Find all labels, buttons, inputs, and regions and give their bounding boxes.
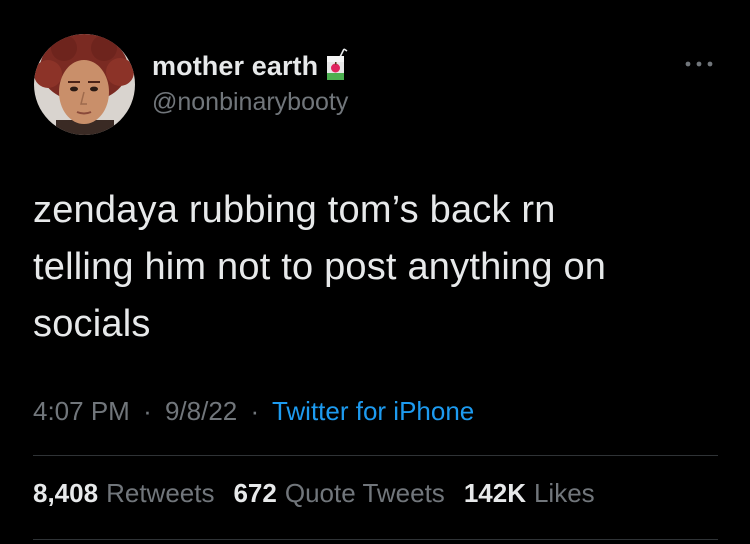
tweet-stats: 8,408 Retweets 672 Quote Tweets 142K Likes: [33, 478, 614, 509]
tweet-text-line: zendaya rubbing tom’s back rn: [33, 189, 556, 231]
author-row: mother earth: [152, 48, 348, 82]
avatar[interactable]: [34, 34, 135, 135]
retweets-label: Retweets: [106, 478, 215, 508]
display-name[interactable]: mother earth: [152, 51, 318, 82]
quote-tweets-count: 672: [233, 478, 277, 508]
tweet-source-link[interactable]: Twitter for iPhone: [272, 396, 474, 426]
meta-separator: ·: [143, 396, 152, 426]
juice-box-icon: [324, 48, 348, 82]
author-handle[interactable]: @nonbinarybooty: [152, 88, 348, 117]
tweet-date[interactable]: 9/8/22: [165, 396, 237, 426]
tweet-meta: 4:07 PM · 9/8/22 · Twitter for iPhone: [33, 396, 474, 427]
meta-separator: ·: [250, 396, 260, 426]
likes-label: Likes: [533, 478, 595, 508]
tweet-card: mother earth @nonbinarybooty zendaya rub…: [0, 0, 750, 544]
likes-count: 142K: [463, 478, 526, 508]
likes-stat[interactable]: 142K Likes: [464, 478, 595, 509]
tweet-time[interactable]: 4:07 PM: [33, 396, 130, 426]
tweet-text: zendaya rubbing tom’s back rn telling hi…: [33, 182, 713, 353]
quote-tweets-stat[interactable]: 672 Quote Tweets: [233, 478, 444, 509]
quote-tweets-label: Quote Tweets: [284, 478, 445, 508]
retweets-stat[interactable]: 8,408 Retweets: [33, 478, 214, 509]
tweet-text-line: telling him not to post anything on: [33, 246, 607, 288]
more-options-icon[interactable]: [682, 56, 716, 72]
divider: [33, 539, 718, 540]
retweets-count: 8,408: [33, 478, 99, 508]
divider: [33, 455, 718, 456]
tweet-text-line: socials: [33, 303, 151, 345]
